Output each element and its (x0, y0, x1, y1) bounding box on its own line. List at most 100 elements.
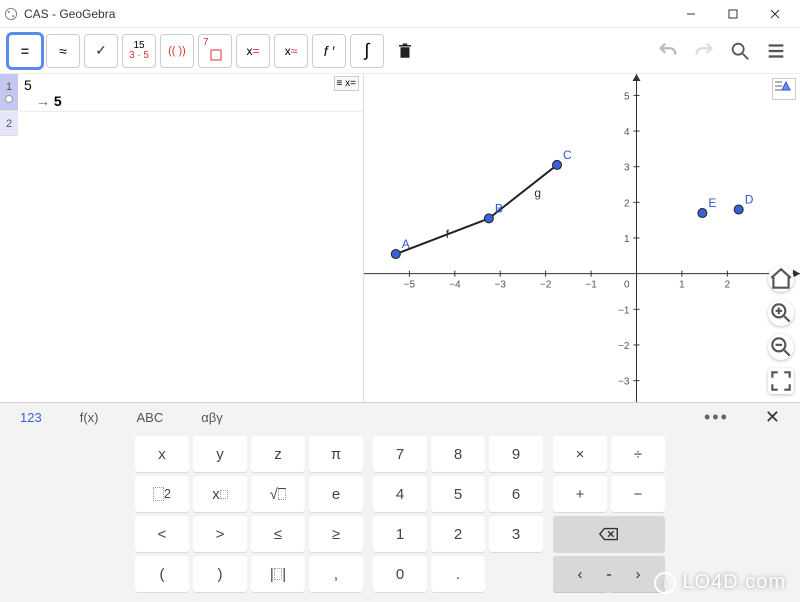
graph-style-button[interactable] (772, 78, 796, 100)
close-button[interactable] (754, 0, 796, 28)
kb-tab-greek[interactable]: αβγ (191, 404, 233, 431)
substitute-button[interactable]: 7 (198, 34, 232, 68)
cas-cell[interactable]: 5 5 (18, 74, 363, 111)
svg-text:E: E (708, 196, 716, 210)
key-6[interactable]: 6 (489, 476, 543, 512)
key-left[interactable]: ‹ (553, 556, 607, 592)
key-0[interactable]: 0 (373, 556, 427, 592)
undo-button[interactable] (652, 35, 684, 67)
svg-text:D: D (745, 192, 754, 206)
key-xʸ[interactable]: x (193, 476, 247, 512)
key-<[interactable]: < (135, 516, 189, 552)
maximize-button[interactable] (712, 0, 754, 28)
key-÷[interactable]: ÷ (611, 436, 665, 472)
key->[interactable]: > (193, 516, 247, 552)
key-×[interactable]: × (553, 436, 607, 472)
svg-text:−3: −3 (495, 280, 507, 291)
eval-button[interactable]: = (8, 34, 42, 68)
svg-text:−2: −2 (540, 280, 552, 291)
svg-text:1: 1 (679, 280, 685, 291)
key-8[interactable]: 8 (431, 436, 485, 472)
key-.[interactable]: . (431, 556, 485, 592)
cas-options-button[interactable]: ≡ x= (334, 76, 359, 91)
key-x[interactable]: x (135, 436, 189, 472)
integral-button[interactable]: ∫ (350, 34, 384, 68)
cas-cell[interactable] (18, 112, 363, 136)
derivative-button[interactable]: f ′ (312, 34, 346, 68)
zoom-in-button[interactable] (768, 300, 794, 326)
app-icon (4, 7, 18, 21)
keep-input-button[interactable]: ✓ (84, 34, 118, 68)
svg-text:−1: −1 (618, 305, 630, 316)
minimize-button[interactable] (670, 0, 712, 28)
key-2[interactable]: 2 (431, 516, 485, 552)
search-button[interactable] (724, 35, 756, 67)
svg-text:B: B (495, 201, 503, 215)
virtual-keyboard: 123 f(x) ABC αβγ ••• ✕ xyzπ 2x √ e<>≤≥()… (0, 402, 800, 602)
svg-text:g: g (534, 186, 541, 200)
menu-button[interactable] (760, 35, 792, 67)
home-button[interactable] (768, 266, 794, 292)
kb-tab-fx[interactable]: f(x) (70, 404, 109, 431)
kb-close-button[interactable]: ✕ (755, 407, 790, 428)
zoom-out-button[interactable] (768, 334, 794, 360)
svg-text:3: 3 (624, 163, 630, 174)
key-π[interactable]: π (309, 436, 363, 472)
toolbar: = ≈ ✓ 15 3 · 5 (( )) 7 x= x≈ f ′ ∫ (0, 28, 800, 74)
titlebar: CAS - GeoGebra (0, 0, 800, 28)
approx-button[interactable]: ≈ (46, 34, 80, 68)
svg-text:−4: −4 (449, 280, 461, 291)
key-+[interactable]: + (553, 476, 607, 512)
cas-input: 5 (24, 77, 357, 93)
redo-button[interactable] (688, 35, 720, 67)
key-y[interactable]: y (193, 436, 247, 472)
svg-text:0: 0 (624, 280, 630, 291)
graph-panel[interactable]: −5−4−3−2−1123−3−2−1123450fgABCDE (364, 74, 800, 402)
factor-button[interactable]: 15 3 · 5 (122, 34, 156, 68)
key-−[interactable]: − (611, 476, 665, 512)
svg-text:2: 2 (725, 280, 731, 291)
kb-more-button[interactable]: ••• (696, 407, 737, 428)
svg-text:1: 1 (624, 234, 630, 245)
cas-row-number[interactable]: 2 (0, 112, 18, 136)
svg-text:4: 4 (624, 127, 630, 138)
delete-button[interactable] (388, 34, 422, 68)
key-5[interactable]: 5 (431, 476, 485, 512)
key-√⬚[interactable]: √ (251, 476, 305, 512)
solve-button[interactable]: x= (236, 34, 270, 68)
key-)[interactable]: ) (193, 556, 247, 592)
key-9[interactable]: 9 (489, 436, 543, 472)
key-e[interactable]: e (309, 476, 363, 512)
key-1[interactable]: 1 (373, 516, 427, 552)
svg-text:A: A (402, 237, 410, 251)
key-|⬚|[interactable]: | | (251, 556, 305, 592)
key-7[interactable]: 7 (373, 436, 427, 472)
key-≥[interactable]: ≥ (309, 516, 363, 552)
svg-text:C: C (563, 148, 572, 162)
cas-visibility-toggle[interactable] (5, 95, 13, 103)
key-3[interactable]: 3 (489, 516, 543, 552)
key-z[interactable]: z (251, 436, 305, 472)
cas-row-number[interactable]: 1 (0, 74, 18, 111)
svg-text:−2: −2 (618, 341, 630, 352)
svg-text:−1: −1 (585, 280, 597, 291)
key-backspace[interactable] (553, 516, 665, 552)
key-right[interactable]: › (611, 556, 665, 592)
key-4[interactable]: 4 (373, 476, 427, 512)
nsolve-button[interactable]: x≈ (274, 34, 308, 68)
kb-tab-abc[interactable]: ABC (126, 404, 173, 431)
svg-text:2: 2 (624, 198, 630, 209)
svg-text:−5: −5 (404, 280, 416, 291)
key-([interactable]: ( (135, 556, 189, 592)
fullscreen-button[interactable] (768, 368, 794, 394)
key-≤[interactable]: ≤ (251, 516, 305, 552)
cas-output: 5 (36, 93, 357, 109)
key-,[interactable]: , (309, 556, 363, 592)
expand-button[interactable]: (( )) (160, 34, 194, 68)
svg-text:5: 5 (624, 91, 630, 102)
kb-tab-123[interactable]: 123 (10, 404, 52, 431)
cas-panel: ≡ x= 1 5 5 2 (0, 74, 364, 402)
graph-canvas[interactable]: −5−4−3−2−1123−3−2−1123450fgABCDE (364, 74, 800, 402)
svg-text:−3: −3 (618, 377, 630, 388)
key-⬚²[interactable]: 2 (135, 476, 189, 512)
